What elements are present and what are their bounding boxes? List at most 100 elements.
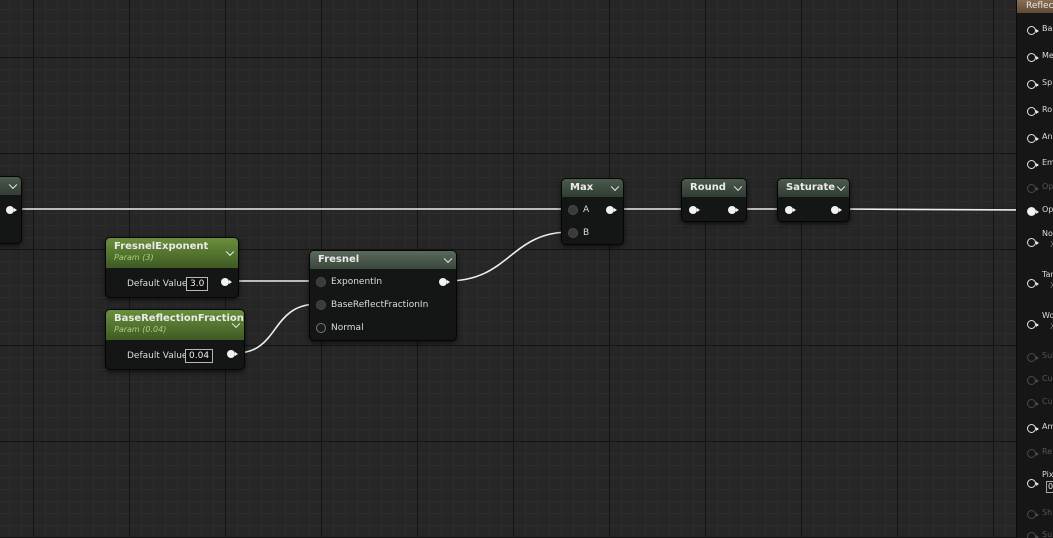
chevron-down-icon[interactable] xyxy=(610,182,620,192)
output-pin-row[interactable]: NorX xyxy=(1017,229,1053,249)
pin-circle-icon[interactable] xyxy=(1027,107,1039,116)
output-pin[interactable] xyxy=(606,206,617,214)
pin-circle-icon[interactable] xyxy=(1027,134,1039,143)
default-value-field[interactable]: 3.0 xyxy=(186,277,209,291)
output-pin-row[interactable]: Sp xyxy=(1017,78,1053,90)
chevron-down-icon[interactable] xyxy=(733,182,743,192)
output-pin-row[interactable]: Me xyxy=(1017,51,1053,63)
pin-circle-icon[interactable] xyxy=(1027,26,1039,35)
pin-circle-icon[interactable] xyxy=(1027,532,1039,538)
pin-label: Op xyxy=(1042,182,1053,191)
wire-saturate-to-output xyxy=(838,208,1029,211)
pin-label: Su xyxy=(1042,530,1053,538)
pin-circle-icon[interactable] xyxy=(1027,376,1039,385)
exponent-in-label: ExponentIn xyxy=(331,277,383,287)
chevron-down-icon[interactable] xyxy=(836,182,846,192)
normal-pin[interactable] xyxy=(316,323,326,333)
pin-label: Sh xyxy=(1042,508,1053,517)
output-pin[interactable] xyxy=(439,278,450,286)
output-pin-row[interactable]: Op xyxy=(1017,182,1053,194)
output-pin[interactable] xyxy=(6,206,17,214)
chevron-down-icon[interactable] xyxy=(443,254,453,264)
a-pin[interactable] xyxy=(568,205,578,215)
base-reflection-fraction-node[interactable]: BaseReflectionFraction Param (0.04) Defa… xyxy=(105,309,245,370)
pin-circle-icon[interactable] xyxy=(1027,353,1039,362)
output-pin[interactable] xyxy=(221,278,232,286)
saturate-node[interactable]: Saturate xyxy=(777,178,850,222)
pin-circle-icon[interactable] xyxy=(1027,238,1039,247)
offscreen-left-node[interactable] xyxy=(0,176,22,244)
input-pin[interactable] xyxy=(785,206,796,214)
base-reflect-fraction-in-label: BaseReflectFractionIn xyxy=(331,300,429,310)
output-pin-row[interactable]: Pix 0 xyxy=(1017,470,1053,493)
output-pin-row[interactable]: Sh xyxy=(1017,508,1053,520)
pin-circle-icon[interactable] xyxy=(1027,479,1039,488)
output-pin-row[interactable]: Sub xyxy=(1017,351,1053,363)
output-pin-row[interactable]: WoX xyxy=(1017,311,1053,331)
node-subtitle: Param (0.04) xyxy=(114,325,167,334)
chevron-down-icon[interactable] xyxy=(225,247,235,257)
b-label: B xyxy=(583,228,590,238)
pin-label: Ro xyxy=(1042,105,1053,114)
max-header: Max xyxy=(562,179,623,197)
pin-label: Ani xyxy=(1042,132,1053,141)
output-pin-row-opacity[interactable]: Opa xyxy=(1017,205,1053,217)
pin-label: Re xyxy=(1042,447,1053,456)
pin-label: Sub xyxy=(1042,351,1053,360)
output-pin[interactable] xyxy=(227,350,238,358)
pin-circle-icon[interactable] xyxy=(1027,279,1039,288)
base-reflect-fraction-in-pin[interactable] xyxy=(316,300,326,310)
pin-value-field[interactable]: 0 xyxy=(1046,481,1053,493)
output-pin[interactable] xyxy=(831,206,842,214)
pin-circle-icon[interactable] xyxy=(1027,160,1039,169)
output-pin[interactable] xyxy=(728,206,739,214)
pin-circle-icon[interactable] xyxy=(1027,510,1039,519)
pin-circle-icon[interactable] xyxy=(1027,80,1039,89)
output-pin-row[interactable]: Am xyxy=(1017,422,1053,434)
pin-circle-icon[interactable] xyxy=(1027,424,1039,433)
material-output-header: Reflec xyxy=(1017,0,1053,13)
pin-circle-icon[interactable] xyxy=(1027,53,1039,62)
output-pin-row[interactable]: Em xyxy=(1017,158,1053,170)
pin-circle-icon[interactable] xyxy=(1027,320,1039,329)
output-pin-row[interactable]: Ani xyxy=(1017,132,1053,144)
output-pin-row[interactable]: Su xyxy=(1017,530,1053,538)
output-pin-row[interactable]: Cu xyxy=(1017,397,1053,409)
fresnel-node[interactable]: Fresnel ExponentIn BaseReflectFractionIn… xyxy=(309,250,457,341)
exponent-in-pin[interactable] xyxy=(316,277,326,287)
chevron-down-icon[interactable] xyxy=(8,180,18,190)
material-output-node[interactable]: Reflec Bas Me Sp Ro Ani Em Op Opa NorX T… xyxy=(1016,0,1053,538)
output-pin-row[interactable]: Ro xyxy=(1017,105,1053,117)
pin-label: Tan xyxy=(1042,270,1053,279)
max-node[interactable]: Max A B xyxy=(561,178,624,245)
default-value-field[interactable]: 0.04 xyxy=(185,349,214,363)
pin-circle-icon[interactable] xyxy=(1027,207,1039,216)
fresnel-exponent-header: FresnelExponent Param (3) xyxy=(106,238,238,268)
output-pin-row[interactable]: Cu xyxy=(1017,374,1053,386)
pin-label: Wo xyxy=(1042,311,1053,320)
output-pin-row[interactable]: TanX xyxy=(1017,270,1053,290)
round-node[interactable]: Round xyxy=(681,178,747,222)
pin-label: Sp xyxy=(1042,78,1053,87)
saturate-header: Saturate xyxy=(778,179,849,197)
pin-circle-icon[interactable] xyxy=(1027,449,1039,458)
b-pin[interactable] xyxy=(568,228,578,238)
output-pin-row[interactable]: Re xyxy=(1017,447,1053,459)
offscreen-node-header xyxy=(0,177,21,195)
base-reflection-header: BaseReflectionFraction Param (0.04) xyxy=(106,310,244,340)
pin-label: Cu xyxy=(1042,397,1053,406)
material-graph-canvas[interactable]: FresnelExponent Param (3) Default Value … xyxy=(0,0,1053,538)
wire-base-to-fresnel xyxy=(235,303,319,354)
wire-fresnel-to-max-b xyxy=(446,231,571,282)
pin-label: Me xyxy=(1042,51,1053,60)
pin-circle-icon[interactable] xyxy=(1027,399,1039,408)
round-header: Round xyxy=(682,179,746,197)
fresnel-exponent-node[interactable]: FresnelExponent Param (3) Default Value … xyxy=(105,237,239,298)
pin-label: Bas xyxy=(1042,24,1053,33)
node-subtitle: Param (3) xyxy=(114,253,154,262)
input-pin[interactable] xyxy=(689,206,700,214)
pin-circle-icon[interactable] xyxy=(1027,184,1039,193)
output-pin-row[interactable]: Bas xyxy=(1017,24,1053,36)
fresnel-header: Fresnel xyxy=(310,251,456,269)
pin-label: Nor xyxy=(1042,229,1053,238)
